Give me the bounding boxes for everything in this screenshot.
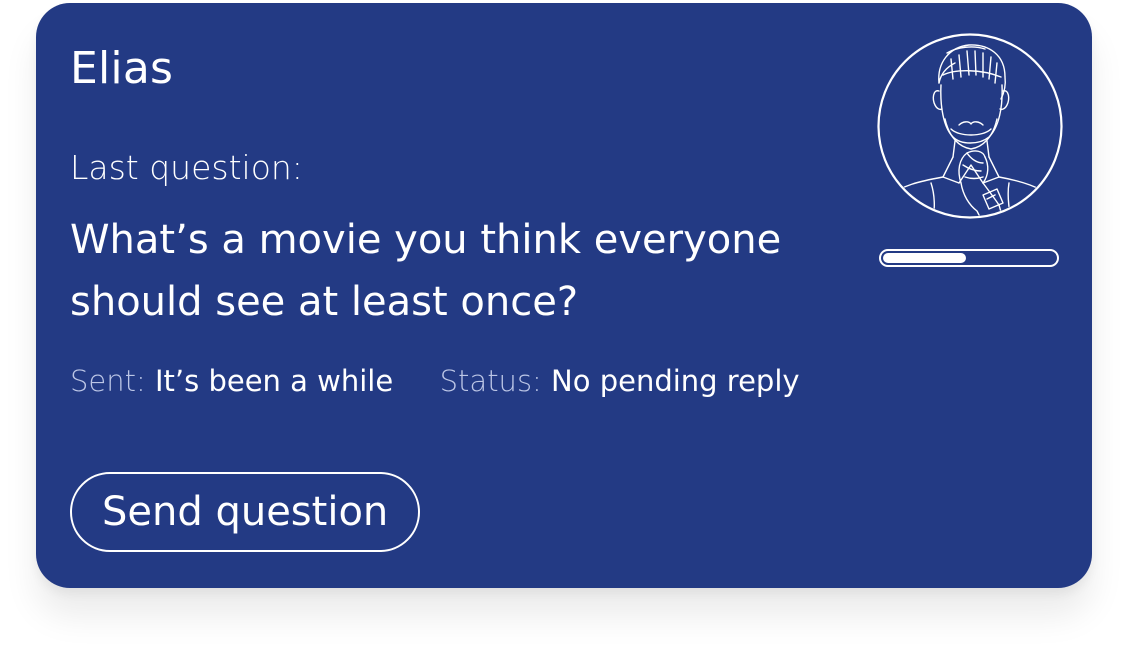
sent-value: It’s been a while	[155, 364, 394, 398]
progress-bar	[879, 249, 1059, 267]
last-question-label: Last question:	[70, 148, 303, 187]
progress-fill	[883, 253, 966, 263]
last-question-text: What’s a movie you think everyone should…	[70, 217, 782, 325]
question-meta: Sent: It’s been a while Status: No pendi…	[70, 361, 800, 401]
status-value: No pending reply	[551, 364, 800, 398]
status-label: Status:	[439, 364, 542, 398]
avatar	[877, 33, 1063, 219]
contact-name: Elias	[70, 43, 174, 94]
thinking-man-portrait-icon	[877, 33, 1063, 219]
contact-card: Elias Last question: What’s a movie you …	[36, 3, 1092, 588]
send-question-button[interactable]: Send question	[70, 472, 421, 552]
sent-label: Sent:	[70, 364, 146, 398]
